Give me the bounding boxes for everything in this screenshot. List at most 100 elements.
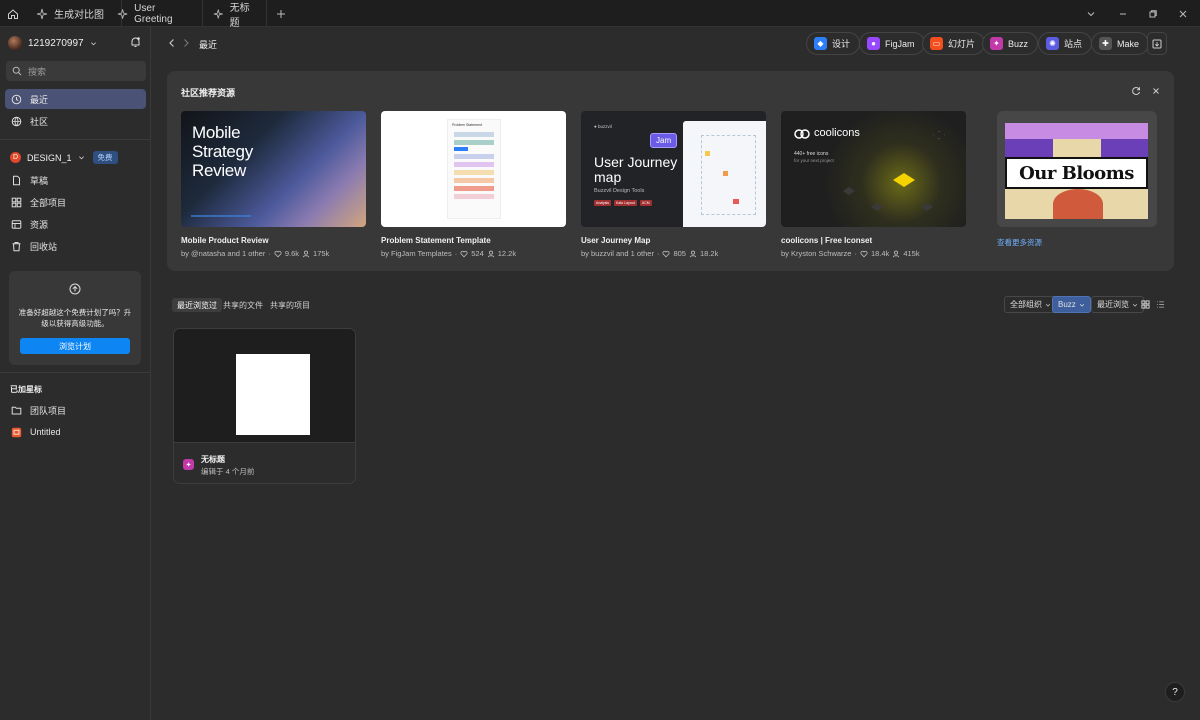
user-icon bbox=[302, 250, 310, 257]
thumb-node bbox=[733, 199, 739, 204]
thumb-tags: Analysis Kato Layout UCM bbox=[594, 200, 652, 206]
help-button[interactable]: ? bbox=[1165, 682, 1185, 702]
filter-shared-projects[interactable]: 共享的项目 bbox=[265, 298, 315, 312]
thumb-headline: User Journey map bbox=[594, 155, 677, 185]
card-title[interactable]: Mobile Product Review bbox=[181, 236, 269, 245]
import-button[interactable] bbox=[1147, 32, 1167, 55]
create-make-button[interactable]: ✚ Make bbox=[1091, 32, 1150, 55]
nav-recent[interactable]: 最近 bbox=[5, 89, 146, 109]
more-resources-card[interactable]: Our Blooms bbox=[997, 111, 1157, 227]
thumb-subtitle: Buzzvil Design Tools bbox=[594, 188, 645, 194]
thumb-decoration bbox=[191, 215, 251, 217]
promo-band bbox=[1005, 123, 1148, 139]
community-card-thumb[interactable]: ● buzzvil Jam User Journey map Buzzvil D… bbox=[581, 111, 766, 227]
file-edited: 编辑于 4 个月前 bbox=[201, 467, 255, 476]
card-title[interactable]: User Journey Map bbox=[581, 236, 650, 245]
create-sites-button[interactable]: ✺ 站点 bbox=[1038, 32, 1093, 55]
create-figjam-button[interactable]: ● FigJam bbox=[859, 32, 925, 55]
tab-untitled[interactable]: 无标题 bbox=[203, 0, 267, 29]
meta-separator: · bbox=[854, 249, 857, 258]
slides-file-icon bbox=[11, 427, 22, 437]
sites-icon: ✺ bbox=[1046, 37, 1059, 50]
figjam-icon: ● bbox=[867, 37, 880, 50]
forward-button[interactable] bbox=[181, 37, 191, 49]
minimize-button[interactable] bbox=[1108, 0, 1138, 27]
design-icon: ◆ bbox=[814, 37, 827, 50]
grid-view-button[interactable] bbox=[1138, 296, 1152, 313]
grid-view-icon bbox=[1140, 300, 1150, 309]
org-select[interactable]: 全部组织 bbox=[1004, 296, 1057, 313]
thumb-tag: Jam bbox=[650, 133, 678, 148]
thumb-line: Strategy bbox=[192, 142, 253, 161]
chevron-right-icon bbox=[184, 39, 189, 47]
chevron-down-icon bbox=[1079, 303, 1084, 307]
user-icon bbox=[689, 250, 697, 257]
nav-label: 社区 bbox=[30, 116, 49, 127]
chevron-left-icon bbox=[169, 39, 174, 47]
community-card-thumb[interactable]: Mobile Strategy Review bbox=[181, 111, 366, 227]
card-author: by buzzvil and 1 other bbox=[581, 249, 654, 258]
search-field[interactable]: 搜索 bbox=[6, 61, 146, 81]
thumb-tile bbox=[921, 203, 933, 211]
create-buzz-button[interactable]: ✦ Buzz bbox=[982, 32, 1039, 55]
sort-select[interactable]: 最近浏览 bbox=[1091, 296, 1144, 313]
thumb-block bbox=[454, 140, 494, 145]
filter-recent[interactable]: 最近浏览过 bbox=[172, 298, 222, 312]
thumb-tag: UCM bbox=[639, 200, 652, 206]
tab-user-greeting[interactable]: User Greeting bbox=[107, 0, 203, 27]
file-card[interactable]: ✦ 无标题 编辑于 4 个月前 bbox=[173, 328, 356, 484]
refresh-button[interactable] bbox=[1131, 86, 1141, 96]
thumb-line: Review bbox=[192, 161, 246, 180]
notifications-button[interactable] bbox=[130, 36, 141, 48]
pill-label: 设计 bbox=[832, 39, 851, 49]
team-avatar: D bbox=[10, 152, 21, 163]
list-view-icon bbox=[1156, 301, 1164, 308]
new-tab-button[interactable] bbox=[268, 0, 294, 27]
thumb-subtitle: for your next project bbox=[794, 158, 834, 163]
filter-shared-files[interactable]: 共享的文件 bbox=[218, 298, 268, 312]
sidebar-divider bbox=[0, 372, 150, 373]
user-icon bbox=[487, 250, 494, 257]
sidebar-item-resources[interactable]: 资源 bbox=[5, 214, 146, 234]
file-preview-frame bbox=[236, 354, 310, 435]
close-panel-button[interactable] bbox=[1151, 86, 1161, 96]
starred-label: Untitled bbox=[30, 427, 61, 437]
list-view-button[interactable] bbox=[1153, 296, 1167, 313]
starred-untitled[interactable]: Untitled bbox=[5, 422, 146, 442]
nav-community[interactable]: 社区 bbox=[5, 111, 146, 131]
card-likes: 524 bbox=[471, 249, 484, 258]
sidebar-item-drafts[interactable]: 草稿 bbox=[5, 170, 146, 190]
card-users: 415k bbox=[903, 249, 920, 258]
tab-label: User Greeting bbox=[134, 2, 173, 25]
chevron-down-icon bbox=[1087, 11, 1095, 16]
create-slides-button[interactable]: ▭ 幻灯片 bbox=[922, 32, 986, 55]
community-card-thumb[interactable]: Problem Statement bbox=[381, 111, 566, 227]
buzz-file-icon bbox=[117, 8, 128, 19]
tab-dropdown-button[interactable] bbox=[1076, 0, 1106, 27]
home-button[interactable] bbox=[0, 0, 26, 27]
maximize-button[interactable] bbox=[1138, 0, 1168, 27]
thumb-node bbox=[723, 171, 728, 176]
sidebar-item-trash[interactable]: 回收站 bbox=[5, 236, 146, 256]
account-switcher[interactable]: 1219270997 bbox=[8, 36, 97, 50]
more-resources-link[interactable]: 查看更多资源 bbox=[997, 237, 1042, 248]
close-icon bbox=[1153, 88, 1159, 94]
create-design-button[interactable]: ◆ 设计 bbox=[806, 32, 861, 55]
sidebar-item-all-projects[interactable]: 全部项目 bbox=[5, 192, 146, 212]
slides-icon: ▭ bbox=[930, 37, 943, 50]
library-icon bbox=[11, 219, 22, 229]
heart-icon bbox=[662, 250, 670, 257]
select-value: 全部组织 bbox=[1010, 300, 1042, 309]
community-card-thumb[interactable]: coolicons 440+ free icons for your next … bbox=[781, 111, 966, 227]
file-icon bbox=[13, 175, 20, 185]
type-select[interactable]: Buzz bbox=[1052, 296, 1091, 313]
sidebar-item-label: 资源 bbox=[30, 219, 49, 230]
close-window-button[interactable] bbox=[1168, 0, 1198, 27]
card-title[interactable]: Problem Statement Template bbox=[381, 236, 491, 245]
browse-plans-button[interactable]: 浏览计划 bbox=[20, 338, 130, 354]
plan-badge: 免费 bbox=[92, 151, 118, 164]
card-title[interactable]: coolicons | Free Iconset bbox=[781, 236, 872, 245]
team-switcher[interactable]: D DESIGN_1 免费 bbox=[10, 151, 118, 164]
starred-team-project[interactable]: 团队项目 bbox=[5, 400, 146, 420]
back-button[interactable] bbox=[167, 37, 177, 49]
